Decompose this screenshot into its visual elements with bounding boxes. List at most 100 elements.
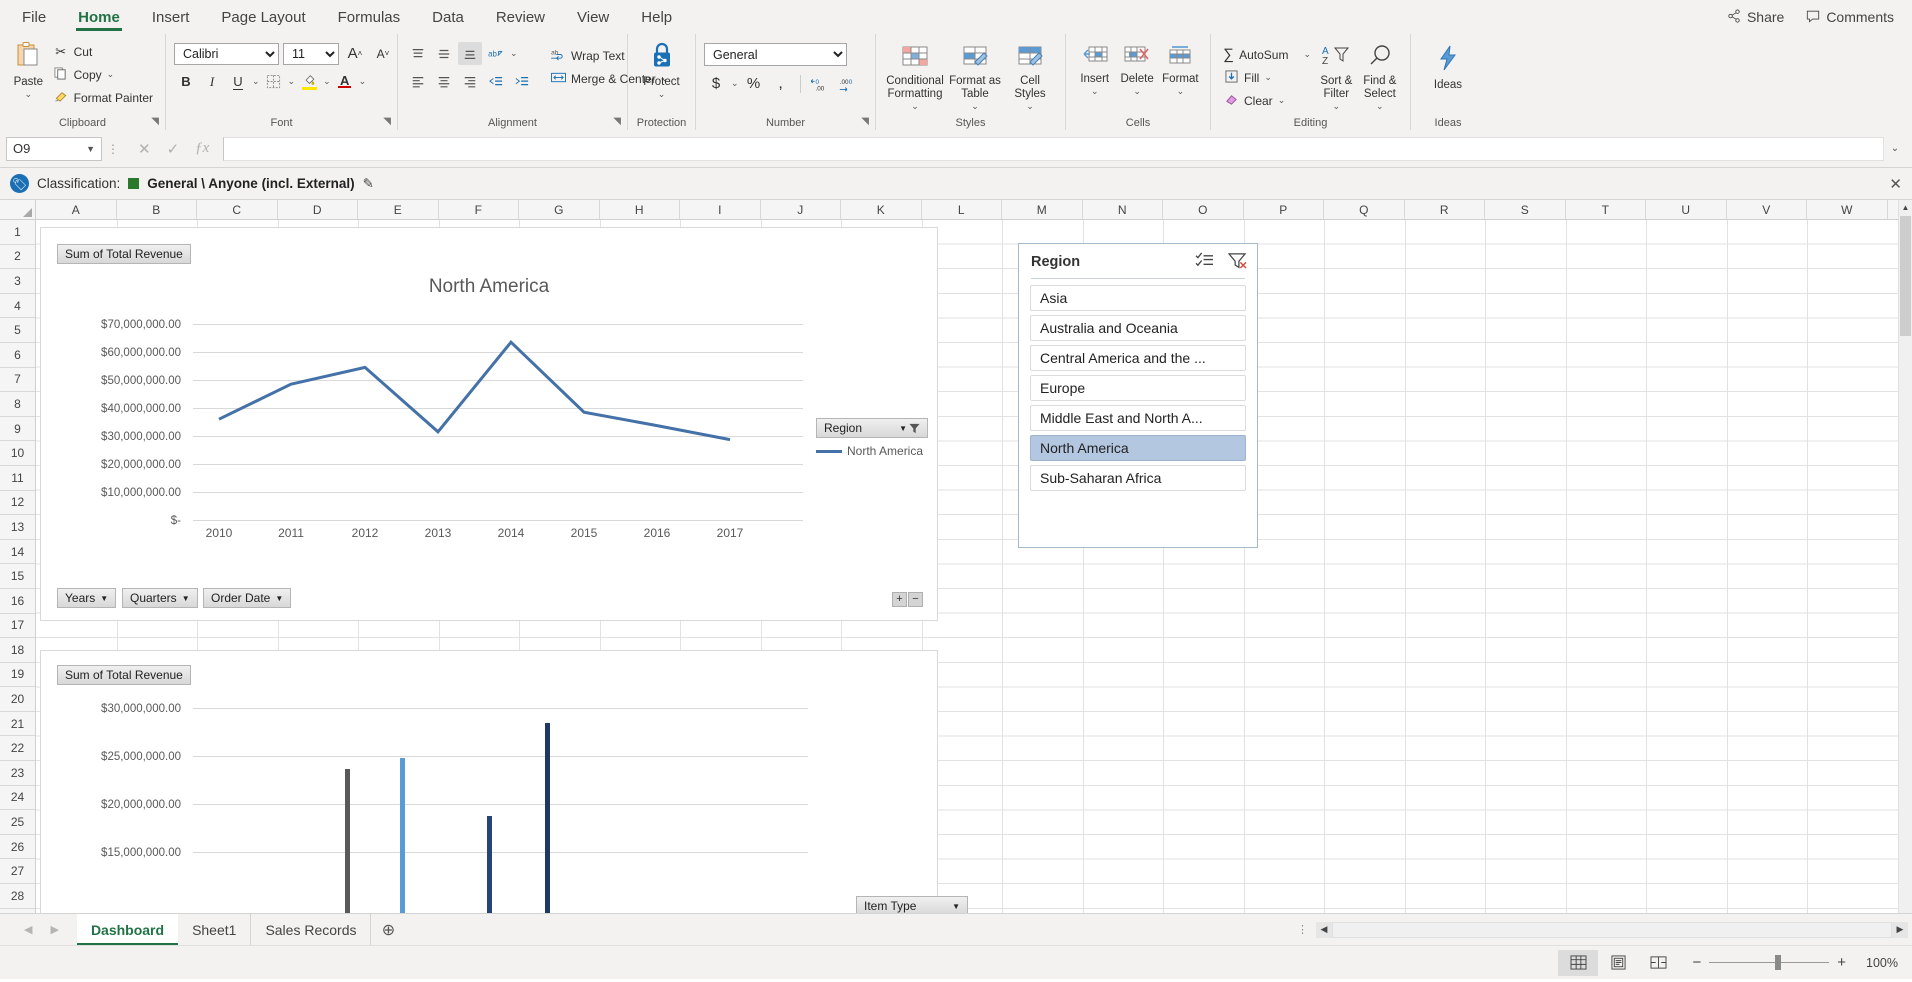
format-cells-button[interactable]: Format ⌄ xyxy=(1159,41,1202,97)
slicer-item-north-america[interactable]: North America xyxy=(1030,435,1246,461)
slicer-item-middle-east-north-africa[interactable]: Middle East and North A... xyxy=(1030,405,1246,431)
zoom-track[interactable] xyxy=(1709,962,1829,963)
column-header-Q[interactable]: Q xyxy=(1324,200,1405,219)
scroll-left-arrow[interactable]: ◀ xyxy=(1316,922,1332,938)
comma-format-button[interactable]: , xyxy=(769,72,793,95)
chevron-down-icon[interactable]: ⌄ xyxy=(1376,101,1384,111)
row-header-15[interactable]: 15 xyxy=(0,564,35,589)
row-header-14[interactable]: 14 xyxy=(0,540,35,565)
row-header-19[interactable]: 19 xyxy=(0,663,35,688)
paste-button[interactable]: Paste ⌄ xyxy=(8,38,49,100)
comments-button[interactable]: Comments xyxy=(1806,9,1894,26)
ribbon-tab-file[interactable]: File xyxy=(6,0,62,34)
scroll-right-arrow[interactable]: ▶ xyxy=(1892,922,1908,938)
insert-function-icon[interactable]: ƒx xyxy=(195,140,209,157)
column-header-D[interactable]: D xyxy=(278,200,359,219)
cut-button[interactable]: ✂ Cut xyxy=(49,41,157,62)
vertical-scroll-thumb[interactable] xyxy=(1900,216,1911,336)
dialog-launcher-clipboard[interactable]: ◥ xyxy=(151,115,159,129)
row-header-13[interactable]: 13 xyxy=(0,515,35,540)
zoom-slider[interactable]: − + 100% xyxy=(1692,954,1898,971)
sheet-nav-next-icon[interactable]: ▶ xyxy=(50,923,58,936)
row-header-5[interactable]: 5 xyxy=(0,318,35,343)
cancel-icon[interactable]: ✕ xyxy=(138,140,151,158)
chevron-down-icon[interactable]: ⌄ xyxy=(911,101,919,111)
add-sheet-icon[interactable]: ⊕ xyxy=(371,920,405,940)
column-header-G[interactable]: G xyxy=(519,200,600,219)
chevron-down-icon[interactable]: ⌄ xyxy=(1278,95,1286,106)
row-header-25[interactable]: 25 xyxy=(0,810,35,835)
column-header-F[interactable]: F xyxy=(439,200,520,219)
chevron-down-icon[interactable]: ⌄ xyxy=(1091,86,1099,96)
column-header-R[interactable]: R xyxy=(1405,200,1486,219)
find-select-button[interactable]: Find & Select ⌄ xyxy=(1358,41,1402,112)
column-header-B[interactable]: B xyxy=(117,200,198,219)
row-header-16[interactable]: 16 xyxy=(0,589,35,614)
ribbon-tab-view[interactable]: View xyxy=(561,0,625,34)
currency-format-button[interactable]: $ xyxy=(704,72,728,95)
row-header-22[interactable]: 22 xyxy=(0,736,35,761)
chevron-down-icon[interactable]: ▼ xyxy=(86,144,95,154)
ribbon-tab-page-layout[interactable]: Page Layout xyxy=(205,0,321,34)
align-center-button[interactable] xyxy=(432,70,456,93)
borders-button[interactable] xyxy=(262,70,286,93)
column-header-S[interactable]: S xyxy=(1485,200,1566,219)
chevron-down-icon[interactable]: ⌄ xyxy=(107,69,115,80)
column-header-L[interactable]: L xyxy=(922,200,1003,219)
page-layout-view-icon[interactable] xyxy=(1598,950,1638,976)
fill-button[interactable]: Fill ⌄ xyxy=(1219,67,1315,88)
chevron-down-icon[interactable]: ⌄ xyxy=(658,89,666,99)
chevron-down-icon[interactable]: ▼ xyxy=(952,902,960,911)
column-header-W[interactable]: W xyxy=(1807,200,1888,219)
column-header-H[interactable]: H xyxy=(600,200,681,219)
name-box[interactable]: O9 ▼ xyxy=(6,137,102,161)
chevron-down-icon[interactable]: ⌄ xyxy=(510,48,518,59)
row-header-23[interactable]: 23 xyxy=(0,761,35,786)
row-header-17[interactable]: 17 xyxy=(0,614,35,639)
delete-cells-button[interactable]: Delete ⌄ xyxy=(1115,41,1158,97)
row-header-3[interactable]: 3 xyxy=(0,269,35,294)
column-header-V[interactable]: V xyxy=(1727,200,1808,219)
ribbon-tab-formulas[interactable]: Formulas xyxy=(322,0,417,34)
chart1-field-quarters-button[interactable]: Quarters▼ xyxy=(122,588,198,608)
scroll-drag-handle[interactable]: ⋮ xyxy=(1289,923,1316,936)
chart2-legend-field-button[interactable]: Item Type ▼ xyxy=(856,896,968,913)
sheet-tab-sheet1[interactable]: Sheet1 xyxy=(178,914,251,945)
chart1-collapse-button[interactable]: − xyxy=(908,592,923,607)
cell-styles-button[interactable]: Cell Styles ⌄ xyxy=(1004,41,1056,112)
align-right-button[interactable] xyxy=(458,70,482,93)
chart1-legend-field-button[interactable]: Region ▼ xyxy=(816,418,928,438)
row-header-11[interactable]: 11 xyxy=(0,466,35,491)
row-header-2[interactable]: 2 xyxy=(0,245,35,270)
chevron-down-icon[interactable]: ⌄ xyxy=(323,76,331,87)
row-header-27[interactable]: 27 xyxy=(0,859,35,884)
sort-filter-button[interactable]: AZ Sort & Filter ⌄ xyxy=(1315,41,1358,112)
column-header-U[interactable]: U xyxy=(1646,200,1727,219)
column-header-I[interactable]: I xyxy=(680,200,761,219)
row-header-10[interactable]: 10 xyxy=(0,441,35,466)
chevron-down-icon[interactable]: ⌄ xyxy=(731,78,739,89)
clear-button[interactable]: Clear ⌄ xyxy=(1219,90,1315,111)
row-header-4[interactable]: 4 xyxy=(0,294,35,319)
increase-font-size-button[interactable]: A˄ xyxy=(343,42,367,65)
dialog-launcher-number[interactable]: ◥ xyxy=(861,115,869,129)
row-header-7[interactable]: 7 xyxy=(0,368,35,393)
underline-button[interactable]: U xyxy=(226,70,250,93)
chevron-down-icon[interactable]: ⌄ xyxy=(359,76,367,87)
formula-input[interactable] xyxy=(223,137,1884,161)
chart1-pivot-field-button[interactable]: Sum of Total Revenue xyxy=(57,244,191,264)
row-header-12[interactable]: 12 xyxy=(0,491,35,516)
normal-view-icon[interactable] xyxy=(1558,950,1598,976)
ribbon-tab-insert[interactable]: Insert xyxy=(136,0,206,34)
column-header-O[interactable]: O xyxy=(1163,200,1244,219)
vertical-scrollbar[interactable]: ▲ xyxy=(1898,200,1912,913)
chart1-field-years-button[interactable]: Years▼ xyxy=(57,588,116,608)
increase-indent-button[interactable] xyxy=(510,70,534,93)
slicer-item-europe[interactable]: Europe xyxy=(1030,375,1246,401)
align-bottom-button[interactable] xyxy=(458,42,482,65)
chevron-down-icon[interactable]: ⌄ xyxy=(1026,101,1034,111)
column-header-M[interactable]: M xyxy=(1002,200,1083,219)
insert-cells-button[interactable]: Insert ⌄ xyxy=(1074,41,1115,97)
align-top-button[interactable] xyxy=(406,42,430,65)
protect-button[interactable]: Protect ⌄ xyxy=(636,38,687,100)
